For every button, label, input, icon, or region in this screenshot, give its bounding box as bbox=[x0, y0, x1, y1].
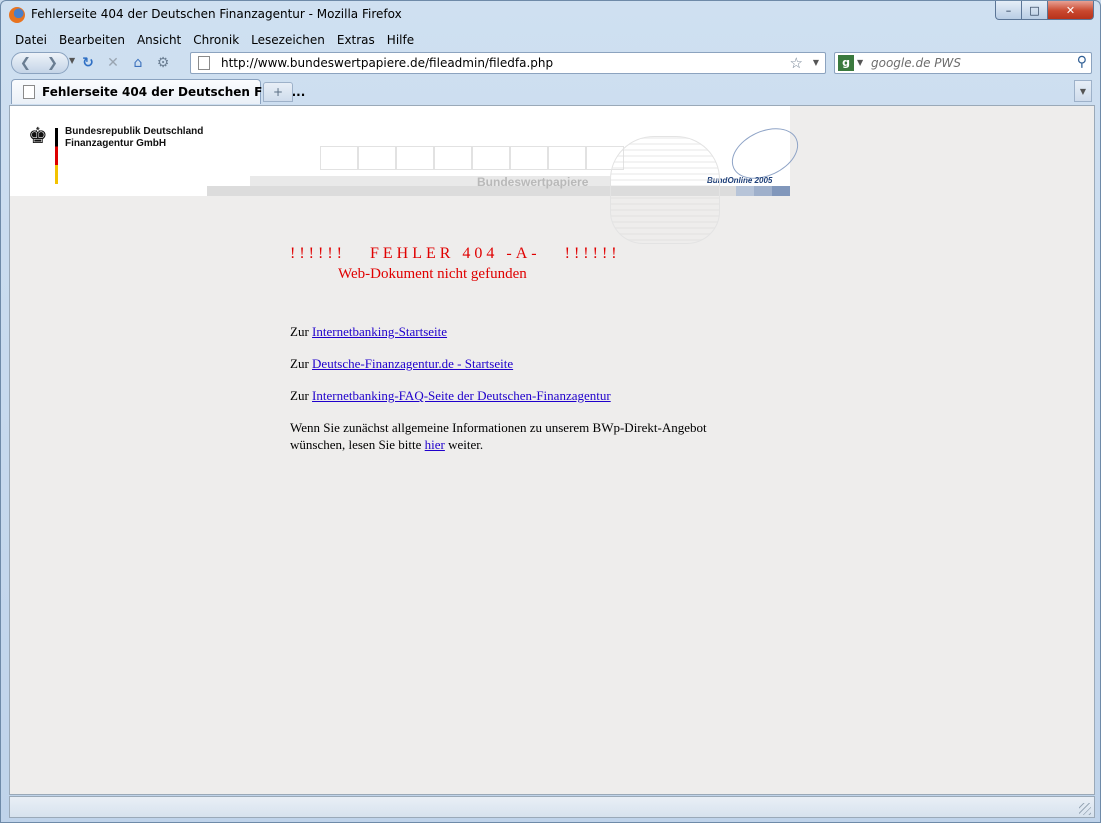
page-icon bbox=[198, 56, 210, 70]
back-icon[interactable]: ❮ bbox=[12, 56, 39, 71]
menu-ansicht[interactable]: Ansicht bbox=[131, 31, 187, 51]
resize-grip-icon[interactable] bbox=[1079, 803, 1091, 815]
menu-lesezeichen[interactable]: Lesezeichen bbox=[245, 31, 331, 51]
finanzagentur-start-link[interactable]: Deutsche-Finanzagentur.de - Startseite bbox=[312, 356, 513, 371]
menu-hilfe[interactable]: Hilfe bbox=[381, 31, 420, 51]
search-bar[interactable]: g ▼ google.de PWS ⚲ bbox=[834, 52, 1092, 74]
navigation-toolbar: ❮ ❯ ▼ ↻ ✕ ⌂ ⚙ http://www.bundeswertpapie… bbox=[9, 51, 1095, 77]
firefox-icon bbox=[9, 7, 25, 23]
info-text-before: wünschen, lesen Sie bitte bbox=[290, 437, 422, 452]
error-subtitle: Web-Dokument nicht gefunden bbox=[338, 266, 527, 282]
maximize-button[interactable]: □ bbox=[1022, 1, 1048, 20]
new-tab-button[interactable]: + bbox=[263, 82, 293, 102]
search-icon[interactable]: ⚲ bbox=[1077, 54, 1087, 70]
faq-link[interactable]: Internetbanking-FAQ-Seite der Deutschen-… bbox=[312, 388, 611, 403]
org-name-line2: Finanzagentur GmbH bbox=[65, 138, 167, 149]
tab-list-dropdown-icon[interactable]: ▼ bbox=[1074, 80, 1092, 102]
home-icon[interactable]: ⌂ bbox=[129, 54, 147, 72]
menu-bar: Datei Bearbeiten Ansicht Chronik Lesezei… bbox=[9, 31, 420, 51]
menu-bearbeiten[interactable]: Bearbeiten bbox=[53, 31, 131, 51]
eagle-watermark-icon bbox=[610, 136, 720, 244]
menu-extras[interactable]: Extras bbox=[331, 31, 381, 51]
url-text[interactable]: http://www.bundeswertpapiere.de/fileadmi… bbox=[221, 56, 553, 70]
tab-active[interactable]: Fehlerseite 404 der Deutschen Finan... bbox=[11, 79, 305, 104]
star-icon[interactable]: ☆ bbox=[790, 54, 803, 72]
back-forward-group: ❮ ❯ bbox=[11, 52, 69, 74]
menu-datei[interactable]: Datei bbox=[9, 31, 53, 51]
reload-icon[interactable]: ↻ bbox=[79, 54, 97, 72]
close-button[interactable]: ✕ bbox=[1048, 1, 1094, 20]
status-bar bbox=[9, 796, 1095, 818]
search-input[interactable]: google.de PWS bbox=[871, 56, 961, 70]
menu-chronik[interactable]: Chronik bbox=[187, 31, 245, 51]
org-name-line1: Bundesrepublik Deutschland bbox=[65, 126, 204, 137]
link-prefix: Zur bbox=[290, 324, 309, 339]
decorative-boxes bbox=[320, 146, 624, 170]
link-prefix: Zur bbox=[290, 388, 309, 403]
page-icon bbox=[23, 85, 35, 99]
corner-blocks bbox=[736, 186, 790, 196]
engine-dropdown-icon[interactable]: ▼ bbox=[857, 58, 863, 67]
address-bar[interactable]: http://www.bundeswertpapiere.de/fileadmi… bbox=[190, 52, 826, 74]
browser-window: Fehlerseite 404 der Deutschen Finanzagen… bbox=[0, 0, 1101, 823]
banner-watermark: Bundeswertpapiere bbox=[477, 175, 589, 189]
info-text-line1: Wenn Sie zunächst allgemeine Information… bbox=[290, 420, 707, 435]
german-flag-stripe bbox=[55, 128, 58, 184]
hier-link[interactable]: hier bbox=[425, 437, 445, 452]
link-prefix: Zur bbox=[290, 356, 309, 371]
window-title: Fehlerseite 404 der Deutschen Finanzagen… bbox=[31, 7, 402, 21]
link-line-finanzagentur: Zur Deutsche-Finanzagentur.de - Startsei… bbox=[290, 356, 513, 372]
link-line-faq: Zur Internetbanking-FAQ-Seite der Deutsc… bbox=[290, 388, 611, 404]
title-bar: Fehlerseite 404 der Deutschen Finanzagen… bbox=[1, 1, 1100, 31]
url-dropdown-icon[interactable]: ▼ bbox=[813, 58, 819, 67]
minimize-button[interactable]: – bbox=[995, 1, 1022, 20]
link-line-internetbanking: Zur Internetbanking-Startseite bbox=[290, 324, 447, 340]
forward-icon[interactable]: ❯ bbox=[39, 56, 66, 71]
eagle-logo-icon: ♚ bbox=[28, 124, 48, 149]
stop-icon[interactable]: ✕ bbox=[104, 54, 122, 72]
window-controls: – □ ✕ bbox=[995, 1, 1094, 21]
tab-strip: Fehlerseite 404 der Deutschen Finan... +… bbox=[1, 77, 1100, 104]
error-title: !!!!!! FEHLER 404 -A- !!!!!! bbox=[290, 245, 621, 262]
info-text-line2: wünschen, lesen Sie bitte hier weiter. bbox=[290, 437, 483, 453]
history-dropdown-icon[interactable]: ▼ bbox=[69, 56, 75, 65]
page-content: ♚ Bundesrepublik Deutschland Finanzagent… bbox=[9, 105, 1095, 795]
internetbanking-start-link[interactable]: Internetbanking-Startseite bbox=[312, 324, 447, 339]
google-icon[interactable]: g bbox=[838, 55, 854, 71]
info-text-after: weiter. bbox=[448, 437, 484, 452]
addon-icon[interactable]: ⚙ bbox=[154, 54, 172, 72]
